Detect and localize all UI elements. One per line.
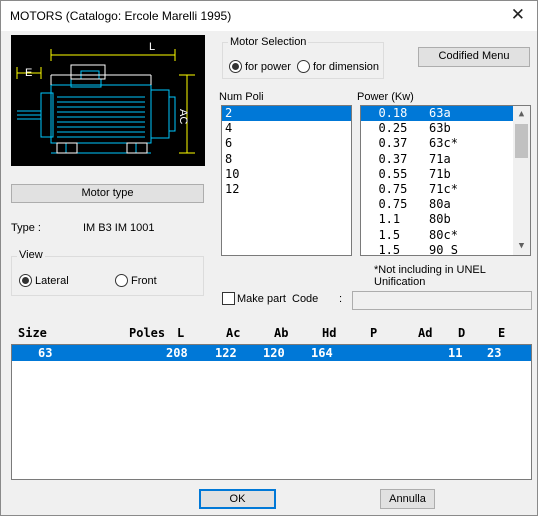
dimension-label-e: E [25,67,33,79]
col-header-p: P [370,326,378,340]
code-label: Code [292,293,319,305]
cell-hd: 164 [311,346,333,360]
motor-selection-legend: Motor Selection [228,36,309,48]
cancel-button[interactable]: Annulla [380,489,435,509]
close-icon[interactable]: ✕ [511,6,525,23]
num-poli-item[interactable]: 2 [222,106,351,122]
motor-drawing: L E AC [11,35,205,166]
col-header-ac: Ac [226,326,241,340]
for-dimension-label[interactable]: for dimension [313,61,379,73]
table-row[interactable]: 63 208 122 120 164 11 23 [12,345,531,361]
num-poli-item[interactable]: 6 [222,136,351,151]
num-poli-list[interactable]: 2 4 6 8 10 12 [221,105,352,256]
scroll-down-icon[interactable]: ▼ [513,238,530,255]
col-header-hd: Hd [322,326,337,340]
unel-note: *Not including in UNEL Unification [374,264,486,288]
for-power-label[interactable]: for power [245,61,291,73]
power-item[interactable]: 0.75 71c* [361,182,530,197]
code-field[interactable] [352,291,532,310]
power-list-scrollbar[interactable]: ▲ ▼ [513,106,530,255]
code-separator: : [339,293,343,305]
num-poli-item[interactable]: 8 [222,152,351,167]
view-front-radio[interactable] [115,274,128,287]
col-header-d: D [458,326,466,340]
cell-l: 208 [166,346,188,360]
power-item[interactable]: 1.1 80b [361,212,530,227]
col-header-ab: Ab [274,326,289,340]
title-bar: MOTORS (Catalogo: Ercole Marelli 1995) ✕ [1,1,537,31]
ok-button[interactable]: OK [199,489,276,509]
num-poli-item[interactable]: 10 [222,167,351,182]
results-table[interactable]: 63 208 122 120 164 11 23 [11,344,532,480]
dimension-label-l: L [149,41,156,53]
view-lateral-label[interactable]: Lateral [35,275,69,287]
num-poli-label: Num Poli [219,91,264,103]
power-item[interactable]: 0.37 71a [361,152,530,167]
motor-type-button[interactable]: Motor type [11,184,204,203]
num-poli-item[interactable]: 4 [222,121,351,136]
num-poli-item[interactable]: 12 [222,182,351,197]
make-part-label[interactable]: Make part [237,293,286,305]
power-item[interactable]: 1.5 80c* [361,228,530,243]
scroll-up-icon[interactable]: ▲ [513,106,530,123]
col-header-poles: Poles [129,326,166,340]
col-header-size: Size [18,326,47,340]
power-item[interactable]: 0.25 63b [361,121,530,136]
for-dimension-radio[interactable] [297,60,310,73]
cell-size: 63 [38,346,53,360]
cell-ab: 120 [263,346,285,360]
motors-dialog: MOTORS (Catalogo: Ercole Marelli 1995) ✕ [0,0,538,516]
make-part-checkbox[interactable] [222,292,235,305]
type-label: Type : [11,222,41,234]
view-legend: View [17,249,45,261]
table-header: Size Poles L Ac Ab Hd P Ad D E [11,326,531,342]
power-item[interactable]: 1.5 90 S [361,243,530,255]
cell-e: 23 [487,346,502,360]
for-power-radio[interactable] [229,60,242,73]
col-header-e: E [498,326,506,340]
dimension-label-ac: AC [177,109,189,125]
power-item[interactable]: 0.75 80a [361,197,530,212]
cell-ac: 122 [215,346,237,360]
scroll-thumb[interactable] [515,124,528,158]
type-value: IM B3 IM 1001 [83,222,155,234]
power-list[interactable]: 0.18 63a 0.25 63b 0.37 63c* 0.37 71a 0.5… [360,105,531,256]
power-item[interactable]: 0.18 63a [361,106,513,122]
codified-menu-button[interactable]: Codified Menu [418,47,530,67]
view-lateral-radio[interactable] [19,274,32,287]
power-item[interactable]: 0.55 71b [361,167,530,182]
motor-diagram-icon [16,49,195,154]
window-title: MOTORS (Catalogo: Ercole Marelli 1995) [10,9,232,23]
power-item[interactable]: 0.37 63c* [361,136,530,151]
col-header-ad: Ad [418,326,433,340]
view-front-label[interactable]: Front [131,275,157,287]
cell-d: 11 [448,346,463,360]
col-header-l: L [177,326,185,340]
power-label: Power (Kw) [357,91,414,103]
